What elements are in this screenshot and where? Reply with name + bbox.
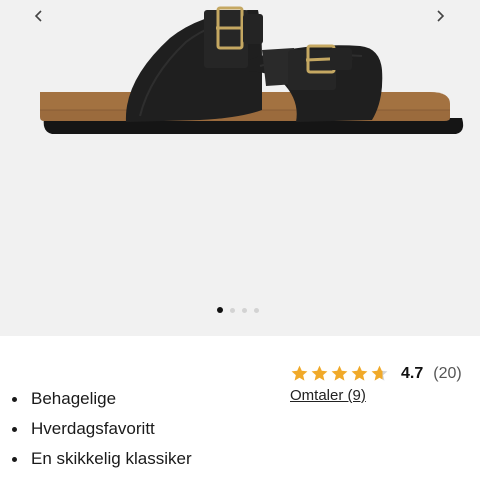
star-icon bbox=[371, 365, 388, 381]
bullet-icon bbox=[12, 396, 17, 402]
feature-label: Hverdagsfavoritt bbox=[31, 419, 155, 438]
rating-stars bbox=[290, 364, 389, 383]
feature-item: Behagelige bbox=[12, 384, 192, 414]
bullet-icon bbox=[12, 426, 17, 432]
chevron-left-icon bbox=[34, 10, 42, 22]
product-image bbox=[40, 6, 464, 134]
feature-label: En skikkelig klassiker bbox=[31, 449, 192, 468]
feature-list: Behagelige Hverdagsfavoritt En skikkelig k… bbox=[12, 384, 192, 474]
carousel-dot[interactable] bbox=[254, 307, 259, 313]
rating-value: 4.7 bbox=[401, 364, 424, 382]
star-icon bbox=[311, 365, 328, 381]
rating-count: (20) bbox=[433, 364, 462, 382]
next-image-button[interactable] bbox=[428, 4, 452, 28]
star-icon bbox=[291, 365, 308, 381]
star-icon bbox=[351, 365, 368, 381]
feature-item: Hverdagsfavoritt bbox=[12, 414, 192, 444]
product-info: 4.7 (20) Omtaler (9) Behagelige Hverdagsf… bbox=[0, 336, 480, 480]
carousel-dot[interactable] bbox=[242, 307, 247, 313]
carousel-dot[interactable] bbox=[230, 307, 235, 313]
bullet-icon bbox=[12, 456, 17, 462]
star-icon bbox=[331, 365, 348, 381]
chevron-right-icon bbox=[437, 10, 445, 22]
feature-item: En skikkelig klassiker bbox=[12, 444, 192, 474]
product-image-gallery[interactable] bbox=[0, 0, 480, 336]
feature-label: Behagelige bbox=[31, 389, 117, 408]
previous-image-button[interactable] bbox=[27, 4, 51, 28]
reviews-link[interactable]: Omtaler (9) bbox=[290, 387, 366, 404]
carousel-dot[interactable] bbox=[217, 307, 223, 313]
product-rating: 4.7 (20) bbox=[290, 364, 462, 383]
carousel-pagination bbox=[217, 307, 259, 313]
